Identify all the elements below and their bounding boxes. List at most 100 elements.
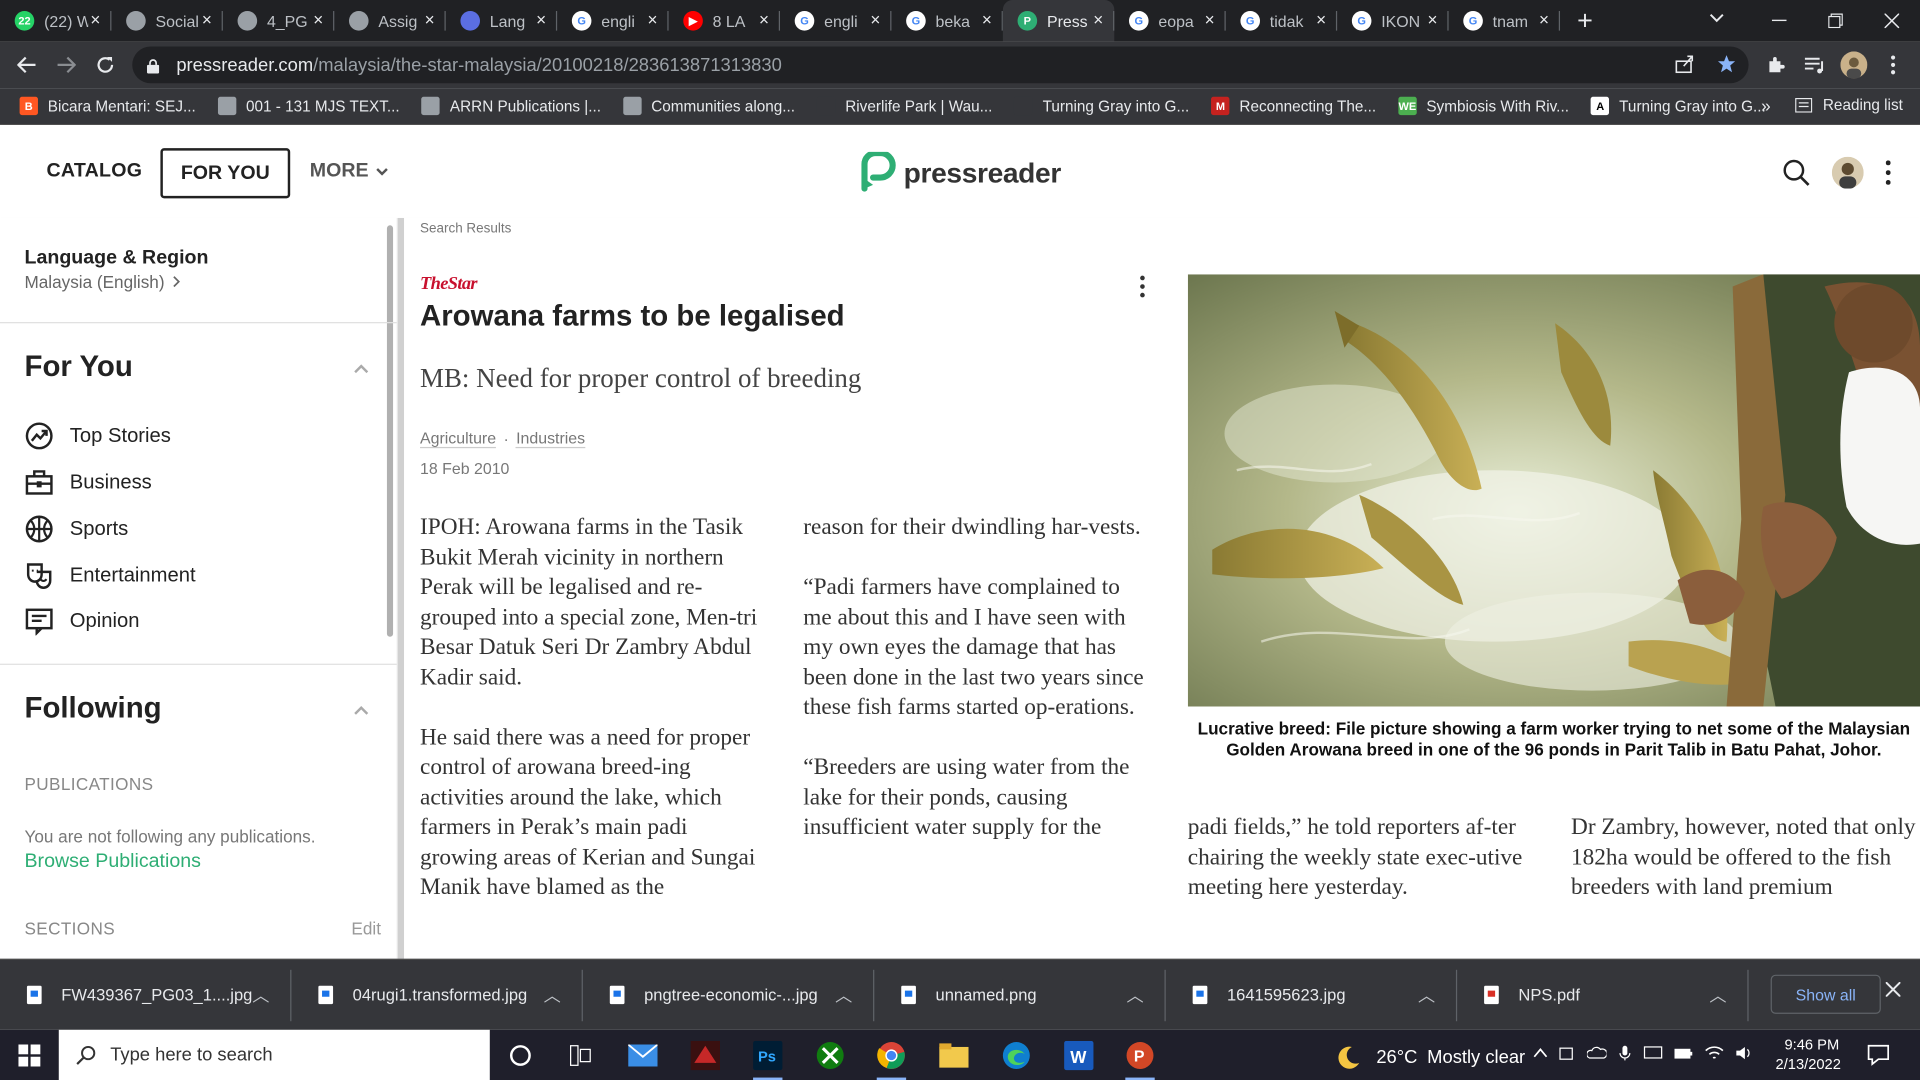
browser-tab[interactable]: Gengli × [780,0,892,42]
chevron-up-icon[interactable]: ︿ [252,983,269,1007]
chevron-up-icon[interactable]: ︿ [835,983,852,1007]
nav-more[interactable]: MORE [310,160,388,182]
close-tab-icon[interactable]: × [648,10,658,30]
sidebar-item-top-stories[interactable]: Top Stories [24,421,171,450]
notification-center-icon[interactable] [1866,1042,1890,1073]
bookmark-star-icon[interactable] [1717,54,1737,80]
publication-logo[interactable]: TheStar [420,274,478,295]
bookmark-item[interactable]: 001 - 131 MJS TEXT... [217,96,400,116]
onedrive-icon[interactable] [1586,1044,1608,1065]
download-item[interactable]: pngtree-economic-...jpg ︿ [583,959,875,1030]
browser-tab[interactable]: 22 (22) W × [0,0,112,42]
tag-industries[interactable]: Industries [516,429,586,449]
close-tab-icon[interactable]: × [1093,10,1103,30]
chevron-up-icon[interactable] [354,703,369,718]
language-region-selector[interactable]: Malaysia (English) [24,272,181,291]
article-photo[interactable] [1187,274,1920,707]
wifi-icon[interactable] [1705,1044,1725,1065]
powerpoint-icon[interactable]: P [1122,1037,1159,1080]
chevron-up-icon[interactable]: ︿ [544,983,561,1007]
chevron-up-icon[interactable]: ︿ [1709,983,1726,1007]
bookmark-item[interactable]: B Bicara Mentari: SEJ... [19,96,196,116]
weather-widget[interactable]: 26°C Mostly clear [1337,1044,1525,1069]
close-tab-icon[interactable]: × [1316,10,1326,30]
download-item[interactable]: NPS.pdf ︿ [1457,959,1749,1030]
browser-tab[interactable]: G IKON × [1337,0,1449,42]
browser-tab[interactable]: P Press × [1002,0,1115,42]
article-menu-icon[interactable] [1140,275,1145,304]
cortana-icon[interactable] [502,1037,539,1074]
download-item[interactable]: FW439367_PG03_1....jpg ︿ [0,959,292,1030]
download-item[interactable]: 1641595623.jpg ︿ [1166,959,1458,1030]
lock-icon[interactable] [146,58,160,74]
nav-catalog[interactable]: CATALOG [47,160,143,182]
bookmark-item[interactable]: WE Symbiosis With Riv... [1398,96,1569,116]
profile-avatar[interactable] [1834,45,1873,84]
download-item[interactable]: 04rugi1.transformed.jpg ︿ [291,959,583,1030]
pressreader-logo[interactable]: pressreader [860,151,1061,194]
taskbar-clock[interactable]: 9:46 PM 2/13/2022 [1776,1035,1841,1074]
edit-sections-button[interactable]: Edit [351,918,381,938]
close-tab-icon[interactable]: × [982,10,992,30]
download-item[interactable]: unnamed.png ︿ [874,959,1166,1030]
display-icon[interactable] [1643,1044,1663,1065]
close-tab-icon[interactable]: × [1205,10,1215,30]
show-all-downloads-button[interactable]: Show all [1770,974,1881,1014]
bookmarks-overflow-button[interactable]: » [1761,96,1771,116]
chrome-icon[interactable] [873,1037,910,1080]
reload-icon[interactable] [86,45,125,84]
close-downloads-icon[interactable] [1885,981,1902,1003]
extensions-icon[interactable] [1756,45,1795,84]
volume-icon[interactable] [1735,1044,1755,1065]
app-red-icon[interactable] [687,1037,724,1074]
microphone-icon[interactable] [1618,1044,1633,1065]
bookmark-item[interactable]: M Reconnecting The... [1211,96,1376,116]
close-tab-icon[interactable]: × [202,10,212,30]
sidebar-item-sports[interactable]: Sports [24,514,128,543]
sidebar-item-entertainment[interactable]: Entertainment [24,561,196,590]
browser-tab[interactable]: Geopa × [1114,0,1226,42]
file-explorer-icon[interactable] [936,1037,973,1074]
search-icon[interactable] [1783,159,1810,192]
user-avatar[interactable] [1831,156,1864,195]
browser-tab[interactable]: Gtidak × [1226,0,1338,42]
reading-list-button[interactable]: Reading list [1794,97,1903,114]
nav-for-you[interactable]: FOR YOU [160,148,291,199]
browser-tab[interactable]: ▶ 8 LA × [669,0,781,42]
close-window-icon[interactable] [1864,0,1920,42]
meet-now-icon[interactable] [1559,1044,1576,1065]
mail-icon[interactable] [624,1037,661,1074]
tag-agriculture[interactable]: Agriculture [420,429,497,449]
bookmark-item[interactable]: ARRN Publications |... [421,96,601,116]
xbox-icon[interactable] [812,1037,849,1074]
tab-search-icon[interactable] [1709,10,1724,27]
bookmark-item[interactable]: Riverlife Park | Wau... [817,96,992,116]
minimize-icon[interactable] [1751,0,1807,42]
media-control-icon[interactable] [1795,45,1834,84]
browser-tab[interactable]: Assig × [334,0,446,42]
chrome-menu-icon[interactable] [1873,45,1912,84]
edge-icon[interactable] [998,1037,1035,1074]
chevron-up-icon[interactable] [354,361,369,376]
sidebar-scrollbar[interactable] [386,225,394,637]
chevron-up-icon[interactable]: ︿ [1127,983,1144,1007]
share-icon[interactable] [1675,54,1695,80]
browser-tab[interactable]: Gbeka × [891,0,1003,42]
browser-tab[interactable]: Social × [111,0,223,42]
browse-publications-link[interactable]: Browse Publications [24,851,200,873]
breadcrumb[interactable]: Search Results [420,222,511,237]
bookmark-item[interactable]: A Turning Gray into G... [1590,96,1766,116]
close-tab-icon[interactable]: × [1428,10,1438,30]
browser-tab[interactable]: Gtnam × [1449,0,1561,42]
battery-icon[interactable] [1674,1044,1694,1065]
close-tab-icon[interactable]: × [870,10,880,30]
new-tab-button[interactable]: + [1577,5,1606,37]
bookmark-item[interactable]: Communities along... [623,96,795,116]
browser-tab[interactable]: Lang × [446,0,558,42]
windows-start-icon[interactable] [0,1030,59,1080]
close-tab-icon[interactable]: × [759,10,769,30]
chevron-up-icon[interactable] [1533,1044,1548,1065]
back-icon[interactable] [7,45,46,84]
more-options-icon[interactable] [1885,160,1891,191]
task-view-icon[interactable] [562,1037,599,1074]
